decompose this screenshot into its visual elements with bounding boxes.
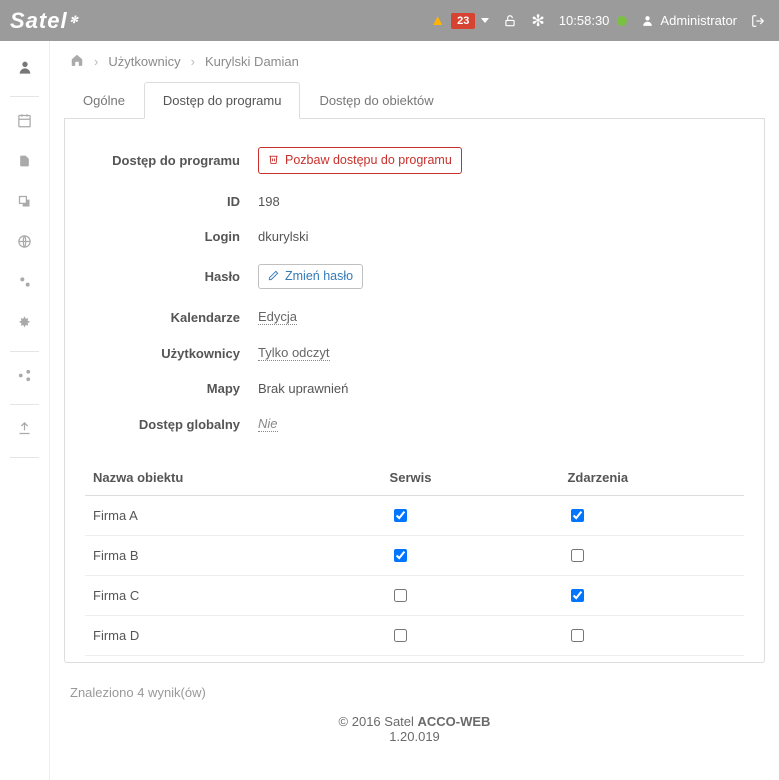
sidebar-users-icon[interactable] <box>0 49 49 90</box>
value-users[interactable]: Tylko odczyt <box>258 345 330 361</box>
chevron-right-icon: › <box>191 54 195 69</box>
cell-service <box>382 536 560 576</box>
sidebar-gears-icon[interactable] <box>0 264 49 305</box>
snowflake-icon[interactable]: ✻ <box>531 11 544 31</box>
cell-object-name: Firma B <box>85 536 382 576</box>
events-checkbox[interactable] <box>571 589 584 602</box>
value-calendars[interactable]: Edycja <box>258 309 297 325</box>
sidebar-calendar-icon[interactable] <box>0 103 49 143</box>
trash-icon <box>268 153 279 168</box>
change-password-button[interactable]: Zmień hasło <box>258 264 363 290</box>
col-object-name[interactable]: Nazwa obiektu <box>85 460 382 496</box>
label-calendars: Kalendarze <box>85 310 240 325</box>
table-row: Firma C <box>85 576 744 616</box>
tab-program-access[interactable]: Dostęp do programu <box>144 82 301 119</box>
alerts-dropdown[interactable]: ▲ 23 <box>430 12 489 29</box>
footer-version: 1.20.019 <box>64 729 765 744</box>
breadcrumb-users[interactable]: Użytkownicy <box>108 54 180 69</box>
change-password-label: Zmień hasło <box>285 270 353 283</box>
label-users: Użytkownicy <box>85 346 240 361</box>
main-content: › Użytkownicy › Kurylski Damian Ogólne D… <box>50 41 779 780</box>
tabs: Ogólne Dostęp do programu Dostęp do obie… <box>64 82 765 119</box>
logout-button[interactable] <box>751 14 765 28</box>
table-row: Firma A <box>85 496 744 536</box>
breadcrumb: › Użytkownicy › Kurylski Damian <box>64 41 765 82</box>
label-login: Login <box>85 229 240 244</box>
sidebar-upload-icon[interactable] <box>0 411 49 451</box>
sidebar-copy-icon[interactable] <box>0 184 49 224</box>
col-service[interactable]: Serwis <box>382 460 560 496</box>
cell-events <box>559 496 744 536</box>
service-checkbox[interactable] <box>394 509 407 522</box>
value-maps: Brak uprawnień <box>240 381 744 396</box>
revoke-access-button[interactable]: Pozbaw dostępu do programu <box>258 147 462 174</box>
footer: © 2016 Satel ACCO-WEB 1.20.019 <box>64 704 765 760</box>
revoke-access-label: Pozbaw dostępu do programu <box>285 154 452 167</box>
table-row: Firma D <box>85 616 744 656</box>
top-bar: Satel✻ ▲ 23 ✻ 10:58:30 Administrator <box>0 0 779 41</box>
label-maps: Mapy <box>85 381 240 396</box>
user-icon <box>641 14 654 27</box>
user-label: Administrator <box>660 13 737 28</box>
cell-object-name: Firma C <box>85 576 382 616</box>
value-login: dkurylski <box>240 229 744 244</box>
service-checkbox[interactable] <box>394 549 407 562</box>
value-global-access[interactable]: Nie <box>258 416 278 432</box>
chevron-right-icon: › <box>94 54 98 69</box>
user-menu[interactable]: Administrator <box>641 13 737 28</box>
tab-object-access[interactable]: Dostęp do obiektów <box>300 82 452 119</box>
program-access-panel: Dostęp do programu Pozbaw dostępu do pro… <box>64 119 765 663</box>
label-program-access: Dostęp do programu <box>85 153 240 168</box>
label-global-access: Dostęp globalny <box>85 417 240 432</box>
events-checkbox[interactable] <box>571 509 584 522</box>
service-checkbox[interactable] <box>394 629 407 642</box>
cell-object-name: Firma A <box>85 496 382 536</box>
status-dot-icon <box>617 16 627 26</box>
cell-events <box>559 576 744 616</box>
cell-service <box>382 496 560 536</box>
logo-text: Satel <box>10 8 68 34</box>
service-checkbox[interactable] <box>394 589 407 602</box>
cell-service <box>382 616 560 656</box>
value-id: 198 <box>240 194 744 209</box>
alert-badge: 23 <box>451 13 475 29</box>
breadcrumb-current: Kurylski Damian <box>205 54 299 69</box>
events-checkbox[interactable] <box>571 629 584 642</box>
clock-display: 10:58:30 <box>559 13 628 28</box>
cell-object-name: Firma D <box>85 616 382 656</box>
sidebar-document-icon[interactable] <box>0 143 49 184</box>
cell-events <box>559 536 744 576</box>
logo: Satel✻ <box>10 8 79 34</box>
events-checkbox[interactable] <box>571 549 584 562</box>
cell-service <box>382 576 560 616</box>
warning-icon: ▲ <box>430 12 445 29</box>
footer-copyright: © 2016 Satel <box>339 714 418 729</box>
col-events[interactable]: Zdarzenia <box>559 460 744 496</box>
label-password: Hasło <box>85 269 240 284</box>
result-count: Znaleziono 4 wynik(ów) <box>64 663 765 704</box>
unlock-icon[interactable] <box>503 14 517 28</box>
edit-icon <box>268 270 279 284</box>
logo-flake-icon: ✻ <box>70 15 79 26</box>
sidebar <box>0 41 50 780</box>
tab-general[interactable]: Ogólne <box>64 82 144 119</box>
home-icon[interactable] <box>70 53 84 70</box>
label-id: ID <box>85 194 240 209</box>
chevron-down-icon <box>481 18 489 23</box>
logout-icon <box>751 14 765 28</box>
objects-table: Nazwa obiektu Serwis Zdarzenia Firma AFi… <box>85 460 744 656</box>
sidebar-gear-icon[interactable] <box>0 305 49 345</box>
cell-events <box>559 616 744 656</box>
sidebar-globe-icon[interactable] <box>0 224 49 264</box>
table-row: Firma B <box>85 536 744 576</box>
footer-product: ACCO-WEB <box>418 714 491 729</box>
clock-text: 10:58:30 <box>559 13 610 28</box>
sidebar-share-icon[interactable] <box>0 358 49 398</box>
